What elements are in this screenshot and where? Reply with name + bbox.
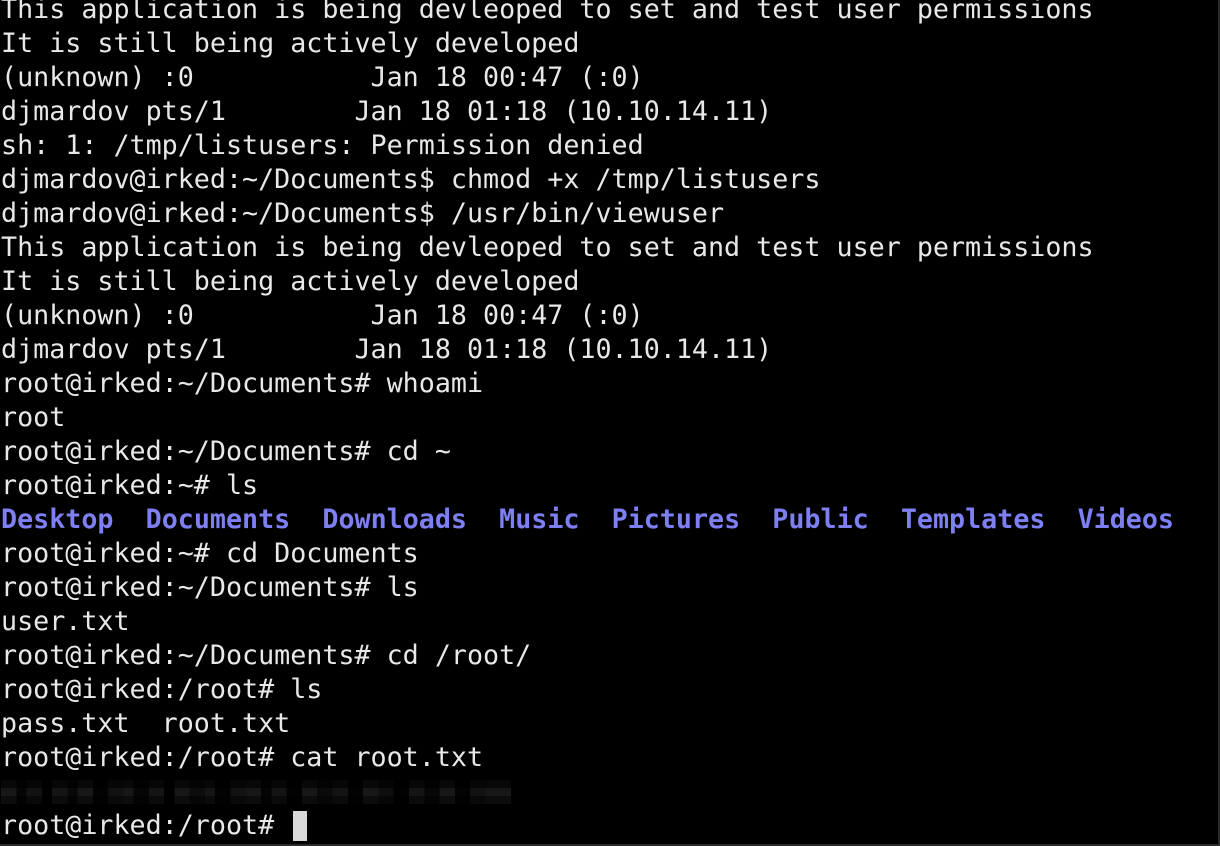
output-line: user.txt [1, 606, 130, 637]
command-line: root@irked:~/Documents# cd /root/ [1, 640, 532, 671]
command-line: root@irked:~# cd Documents [1, 538, 419, 569]
output-line: sh: 1: /tmp/listusers: Permission denied [1, 130, 644, 161]
output-line: (unknown) :0 Jan 18 00:47 (:0) [1, 62, 644, 93]
directory-entry: Public [772, 504, 869, 535]
output-line: djmardov pts/1 Jan 18 01:18 (10.10.14.11… [1, 334, 773, 365]
output-line: root [1, 402, 66, 433]
directory-entry: Music [499, 504, 580, 535]
directory-entry: Downloads [322, 504, 467, 535]
terminal-output: This application is being devleoped to s… [1, 0, 1218, 843]
current-prompt-line[interactable]: root@irked:/root# [1, 809, 1218, 843]
shell-prompt: root@irked:/root# [1, 810, 291, 841]
output-line: pass.txt root.txt [1, 708, 291, 739]
ls-output-line: Desktop Documents Downloads Music Pictur… [1, 503, 1218, 537]
command-line: root@irked:/root# cat root.txt [1, 742, 484, 773]
directory-entry: Videos [1077, 504, 1174, 535]
directory-entry: Desktop [1, 504, 114, 535]
command-line: root@irked:/root# ls [1, 674, 323, 705]
redacted-output-line [1, 775, 1218, 809]
command-line: djmardov@irked:~/Documents$ /usr/bin/vie… [1, 198, 725, 229]
command-line: root@irked:~# ls [1, 470, 259, 501]
output-line: It is still being actively developed [1, 28, 580, 59]
terminal-window[interactable]: This application is being devleoped to s… [0, 0, 1220, 846]
directory-entry: Templates [900, 504, 1046, 535]
command-line: root@irked:~/Documents# ls [1, 572, 419, 603]
command-line: djmardov@irked:~/Documents$ chmod +x /tm… [1, 164, 821, 195]
output-line: It is still being actively developed [1, 266, 580, 297]
command-line: root@irked:~/Documents# whoami [1, 368, 484, 399]
output-line: (unknown) :0 Jan 18 00:47 (:0) [1, 300, 644, 331]
redacted-flag-pixelation [1, 780, 511, 804]
directory-entry: Documents [145, 504, 291, 535]
directory-entry: Pictures [611, 504, 741, 535]
command-line: root@irked:~/Documents# cd ~ [1, 436, 451, 467]
text-cursor[interactable] [293, 811, 308, 841]
output-line: This application is being devleoped to s… [1, 0, 1094, 25]
output-line: djmardov pts/1 Jan 18 01:18 (10.10.14.11… [1, 96, 773, 127]
output-line: This application is being devleoped to s… [1, 232, 1094, 263]
